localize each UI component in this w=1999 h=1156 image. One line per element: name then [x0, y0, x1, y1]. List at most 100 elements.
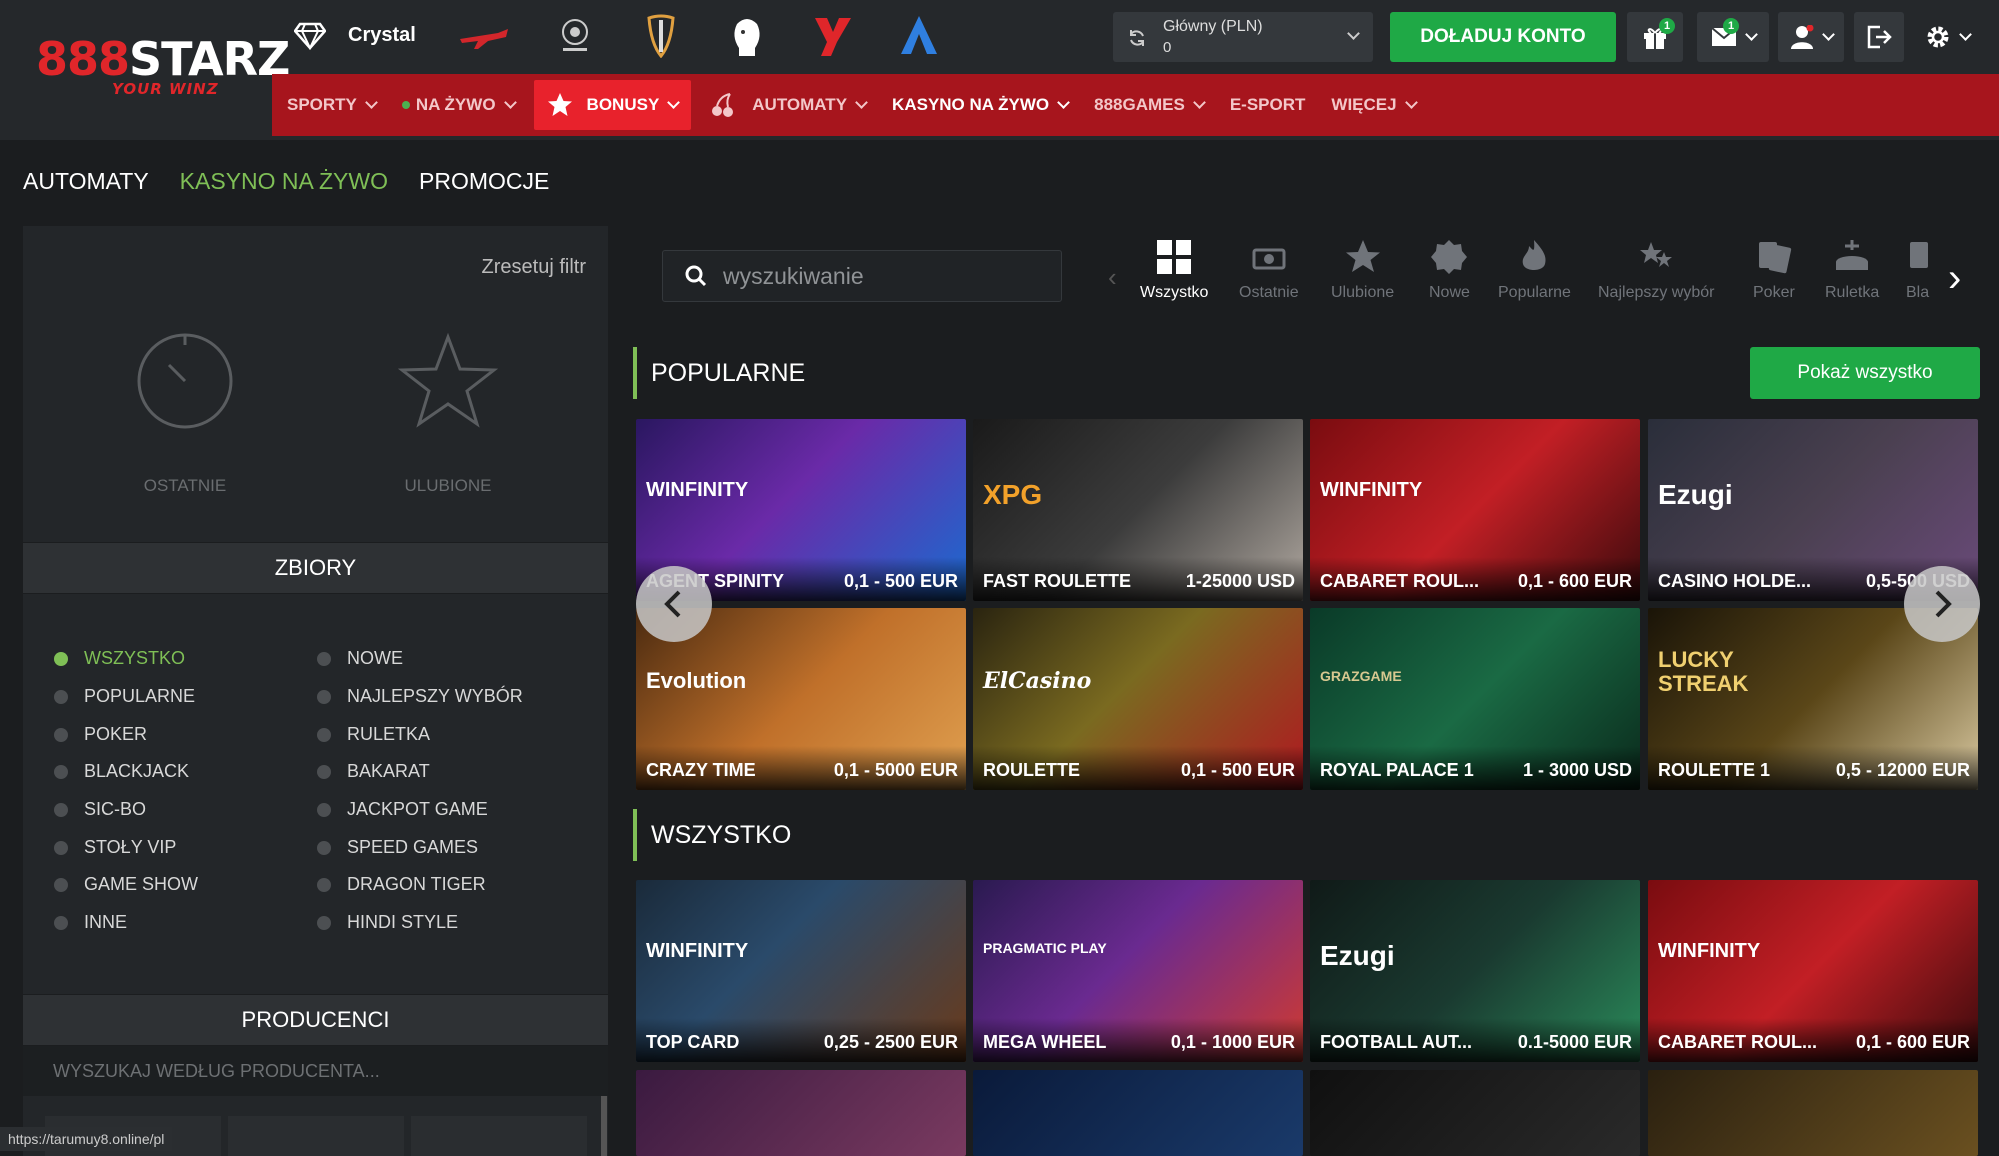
quick-favorites[interactable]: ULUBIONE — [378, 331, 518, 496]
producer-tile[interactable] — [411, 1116, 587, 1156]
game-card[interactable]: XPG FAST ROULETTE 1-25000 USD — [973, 419, 1303, 601]
game-card[interactable] — [1310, 1070, 1640, 1156]
tab-promotions[interactable]: PROMOCJE — [419, 168, 549, 195]
producer-tile[interactable] — [228, 1116, 404, 1156]
premier-league-icon[interactable] — [722, 14, 772, 58]
collection-item[interactable]: BLACKJACK — [54, 761, 189, 782]
collection-item[interactable]: RULETKA — [317, 724, 430, 745]
tab-slots[interactable]: AUTOMATY — [23, 168, 149, 195]
nav-label: WIĘCEJ — [1331, 95, 1397, 114]
game-card[interactable]: WINFINITY CABARET ROUL... 0,1 - 600 EUR — [1310, 419, 1640, 601]
game-card[interactable] — [636, 1070, 966, 1156]
site-logo[interactable]: 888STARZ YOUR WINZ — [36, 32, 290, 107]
category-blackjack[interactable]: Bla — [1906, 238, 1934, 302]
crystal-label[interactable]: Crystal — [348, 24, 416, 47]
collection-item[interactable]: JACKPOT GAME — [317, 799, 488, 820]
category-label: Wszystko — [1140, 284, 1209, 301]
show-all-button[interactable]: Pokaż wszystko — [1750, 347, 1980, 399]
category-best-choice[interactable]: Najlepszy wybór — [1598, 238, 1714, 302]
diamond-icon[interactable] — [292, 14, 328, 58]
category-popular[interactable]: Popularne — [1498, 238, 1571, 302]
collection-item[interactable]: POKER — [54, 724, 147, 745]
champions-league-icon[interactable] — [550, 14, 600, 58]
logout-button[interactable] — [1854, 12, 1904, 62]
producer-search-input[interactable]: WYSZUKAJ WEDŁUG PRODUCENTA... — [23, 1046, 608, 1096]
carousel-prev-button[interactable] — [636, 566, 712, 642]
radio-dot — [54, 764, 68, 779]
search-input[interactable]: wyszukiwanie — [723, 263, 864, 290]
messages-button[interactable]: 1 — [1697, 12, 1769, 62]
collection-item[interactable]: NAJLEPSZY WYBÓR — [317, 686, 523, 707]
category-all[interactable]: Wszystko — [1140, 238, 1208, 302]
game-card[interactable] — [1648, 1070, 1978, 1156]
nav-slots[interactable]: AUTOMATY — [697, 80, 879, 130]
carousel-next-button[interactable] — [1904, 566, 1980, 642]
gift-button[interactable]: 1 — [1627, 12, 1683, 62]
categories-prev-icon[interactable]: ‹ — [1108, 262, 1117, 293]
collection-item[interactable]: BAKARAT — [317, 761, 430, 782]
scrollbar[interactable] — [601, 1096, 607, 1156]
category-roulette[interactable]: Ruletka — [1825, 238, 1879, 302]
recent-label: OSTATNIE — [143, 476, 227, 495]
collection-item[interactable]: INNE — [54, 912, 127, 933]
category-label: Ostatnie — [1239, 284, 1299, 301]
quick-recent[interactable]: OSTATNIE — [115, 331, 255, 496]
category-favorites[interactable]: Ulubione — [1331, 238, 1394, 302]
game-card[interactable]: WINFINITY TOP CARD 0,25 - 2500 EUR — [636, 880, 966, 1062]
game-card[interactable] — [973, 1070, 1303, 1156]
refresh-icon[interactable] — [1127, 28, 1147, 48]
game-card[interactable]: PRAGMATIC PLAY MEGA WHEEL 0,1 - 1000 EUR — [973, 880, 1303, 1062]
category-new[interactable]: Nowe — [1429, 238, 1470, 302]
categories-next-icon[interactable]: › — [1948, 256, 1961, 301]
chevron-down-icon — [1057, 96, 1071, 109]
collection-item[interactable]: POPULARNE — [54, 686, 195, 707]
chevron-down-icon — [1744, 28, 1758, 41]
collection-label: STOŁY VIP — [84, 837, 177, 857]
game-card[interactable]: WINFINITY CABARET ROUL... 0,1 - 600 EUR — [1648, 880, 1978, 1062]
chevron-down-icon — [1958, 28, 1972, 41]
tab-live-casino[interactable]: KASYNO NA ŻYWO — [180, 168, 388, 195]
nav-888games[interactable]: 888GAMES — [1081, 80, 1217, 130]
collection-item[interactable]: HINDI STYLE — [317, 912, 458, 933]
collection-item[interactable]: SIC-BO — [54, 799, 146, 820]
nav-bonuses[interactable]: BONUSY — [533, 80, 692, 130]
reset-filter-link[interactable]: Zresetuj filtr — [482, 256, 586, 279]
plane-icon[interactable] — [456, 14, 512, 58]
settings-button[interactable] — [1914, 12, 1980, 62]
collection-label: JACKPOT GAME — [347, 799, 488, 819]
top-header: 888STARZ YOUR WINZ Crystal Główny (PLN) … — [0, 0, 1999, 140]
game-name: CABARET ROUL... — [1320, 571, 1479, 591]
brand-a-icon[interactable] — [894, 14, 944, 58]
radio-dot — [54, 651, 68, 666]
star-icon — [547, 93, 572, 116]
game-card[interactable]: GRAZGAME ROYAL PALACE 1 1 - 3000 USD — [1310, 608, 1640, 790]
chevron-left-icon — [664, 590, 681, 618]
nav-live[interactable]: NA ŻYWO — [389, 80, 528, 130]
nav-label: NA ŻYWO — [415, 95, 496, 114]
collection-item[interactable]: WSZYSTKO — [54, 648, 185, 669]
deposit-button[interactable]: DOŁADUJ KONTO — [1390, 12, 1616, 62]
collection-item[interactable]: GAME SHOW — [54, 874, 198, 895]
category-poker[interactable]: Poker — [1753, 238, 1795, 302]
category-recent[interactable]: Ostatnie — [1239, 238, 1299, 302]
collection-item[interactable]: STOŁY VIP — [54, 837, 176, 858]
game-card[interactable]: ElCasino ROULETTE 0,1 - 500 EUR — [973, 608, 1303, 790]
nav-sporty[interactable]: SPORTY — [274, 80, 389, 130]
game-card[interactable]: Ezugi FOOTBALL AUT... 0.1-5000 EUR — [1310, 880, 1640, 1062]
account-selector[interactable]: Główny (PLN) 0 — [1113, 12, 1373, 62]
collection-item[interactable]: DRAGON TIGER — [317, 874, 486, 895]
collection-label: HINDI STYLE — [347, 912, 459, 932]
collection-item[interactable]: NOWE — [317, 648, 403, 669]
game-name: CABARET ROUL... — [1658, 1032, 1817, 1052]
logo-brand: 888STARZ — [36, 32, 290, 86]
search-box[interactable]: wyszukiwanie — [662, 250, 1062, 302]
nav-more[interactable]: WIĘCEJ — [1318, 80, 1428, 130]
collection-item[interactable]: SPEED GAMES — [317, 837, 478, 858]
brand-y-icon[interactable] — [808, 14, 858, 58]
cherry-icon — [712, 93, 734, 117]
europa-league-icon[interactable] — [636, 14, 686, 58]
nav-esport[interactable]: E-SPORT — [1217, 80, 1319, 130]
user-menu-button[interactable] — [1778, 12, 1844, 62]
nav-live-casino[interactable]: KASYNO NA ŻYWO — [879, 80, 1081, 130]
game-range: 0,1 - 600 EUR — [1855, 1032, 1970, 1052]
